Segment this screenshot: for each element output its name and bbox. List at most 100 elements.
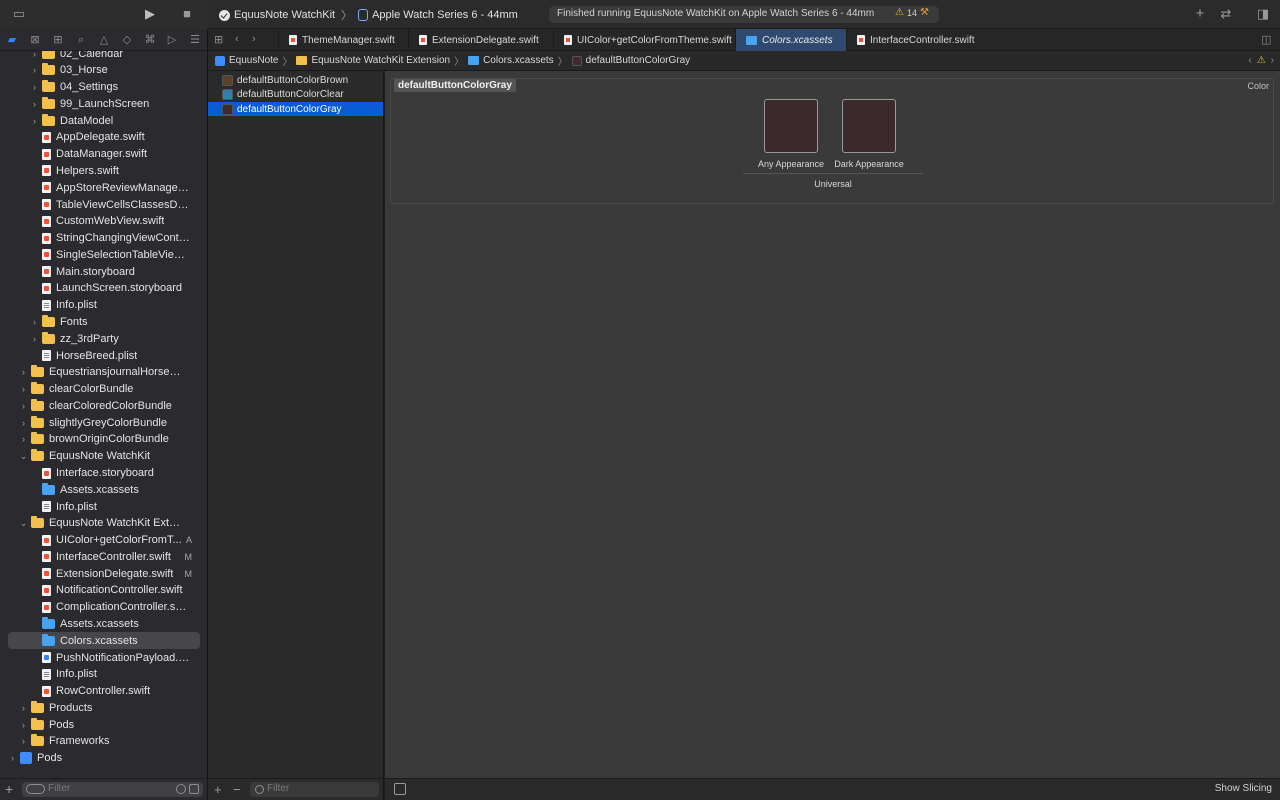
tree-item[interactable]: StringChangingViewContro... — [0, 230, 207, 247]
tree-item[interactable]: › Pods — [0, 750, 207, 767]
tree-item[interactable]: RowController.swift — [0, 683, 207, 700]
editor-tab[interactable]: InterfaceController.swift — [846, 29, 978, 51]
folder-icon[interactable]: ▰ — [6, 34, 18, 46]
chevron-right-icon[interactable]: › — [19, 703, 28, 713]
tree-item[interactable]: › slightlyGreyColorBundle — [0, 414, 207, 431]
chevron-right-icon[interactable]: › — [19, 418, 28, 428]
asset-item[interactable]: defaultButtonColorClear — [208, 88, 383, 102]
report-icon[interactable]: ☰ — [189, 34, 201, 46]
chevron-right-icon[interactable]: › — [8, 753, 17, 763]
code-review-icon[interactable]: ⇄ — [1218, 7, 1234, 21]
tree-item[interactable]: NotificationController.swift — [0, 582, 207, 599]
tree-item[interactable]: AppDelegate.swift — [0, 129, 207, 146]
tree-item[interactable]: › clearColoredColorBundle — [0, 397, 207, 414]
tree-item[interactable]: Info.plist — [0, 297, 207, 314]
tree-item[interactable]: Info.plist — [0, 498, 207, 515]
chevron-right-icon[interactable]: › — [19, 401, 28, 411]
tree-item[interactable]: Assets.xcassets — [0, 616, 207, 633]
scm-status-icon[interactable] — [189, 784, 199, 794]
tree-item[interactable]: PushNotificationPayload.ap... — [0, 649, 207, 666]
test-icon[interactable]: ◇ — [121, 34, 133, 46]
tree-item[interactable]: Interface.storyboard — [0, 465, 207, 482]
breakpoint-icon[interactable]: ▷ — [166, 34, 178, 46]
chevron-down-icon[interactable]: ⌄ — [19, 451, 28, 462]
editor-tab[interactable]: ExtensionDelegate.swift — [408, 29, 553, 51]
tree-item[interactable]: › DataModel — [0, 112, 207, 129]
tree-item[interactable]: › Fonts — [0, 313, 207, 330]
add-asset-icon[interactable]: + — [214, 782, 222, 797]
show-slicing-button[interactable]: Show Slicing — [1215, 783, 1272, 794]
split-editor-icon[interactable]: ◫ — [1261, 33, 1271, 46]
scheme-selector[interactable]: EquusNote WatchKit 〉 Apple Watch Series … — [219, 7, 518, 23]
tree-item[interactable]: › brownOriginColorBundle — [0, 431, 207, 448]
tree-item[interactable]: CustomWebView.swift — [0, 213, 207, 230]
debug-icon[interactable]: ⌘ — [144, 34, 156, 46]
chevron-right-icon[interactable]: › — [19, 720, 28, 730]
chevron-right-icon[interactable]: › — [30, 116, 39, 126]
tree-item[interactable]: › Products — [0, 699, 207, 716]
tree-item[interactable]: TableViewCellsClassesDefi... — [0, 196, 207, 213]
tree-item[interactable]: › 99_LaunchScreen — [0, 95, 207, 112]
next-issue-icon[interactable]: › — [1271, 55, 1274, 66]
tree-item[interactable]: UIColor+getColorFromT... A — [0, 532, 207, 549]
outline-toggle-icon[interactable] — [394, 783, 406, 795]
tree-item[interactable]: › 02_Calendar — [0, 51, 207, 62]
breadcrumb-item[interactable]: Colors.xcassets — [483, 55, 554, 66]
add-icon[interactable]: + — [1192, 6, 1208, 21]
tree-item[interactable]: ComplicationController.swift — [0, 599, 207, 616]
tree-item[interactable]: HorseBreed.plist — [0, 347, 207, 364]
chevron-right-icon[interactable]: › — [19, 434, 28, 444]
tree-item[interactable]: Helpers.swift — [0, 162, 207, 179]
tree-item[interactable]: SingleSelectionTableViewW... — [0, 246, 207, 263]
search-icon[interactable]: ⌕ — [75, 34, 87, 46]
tree-item[interactable]: › Pods — [0, 716, 207, 733]
asset-item[interactable]: defaultButtonColorBrown — [208, 73, 383, 87]
tree-item[interactable]: Info.plist — [0, 666, 207, 683]
inspector-toggle-icon[interactable]: ◨ — [1255, 7, 1271, 21]
chevron-right-icon[interactable]: › — [19, 367, 28, 377]
chevron-right-icon[interactable]: › — [19, 736, 28, 746]
tree-item[interactable]: ExtensionDelegate.swift M — [0, 565, 207, 582]
navigator-filter-field[interactable]: Filter — [22, 782, 203, 797]
chevron-right-icon[interactable]: › — [30, 51, 39, 59]
tree-item[interactable]: Main.storyboard — [0, 263, 207, 280]
tree-item[interactable]: Assets.xcassets — [0, 481, 207, 498]
stop-icon[interactable]: ■ — [179, 7, 195, 21]
breadcrumb-item[interactable]: EquusNote WatchKit Extension — [311, 55, 450, 66]
tree-item[interactable]: LaunchScreen.storyboard — [0, 280, 207, 297]
tree-item[interactable]: ⌄ EquusNote WatchKit — [0, 448, 207, 465]
tree-item[interactable]: › 04_Settings — [0, 79, 207, 96]
tree-item[interactable]: › Frameworks — [0, 733, 207, 750]
editor-tab[interactable]: ThemeManager.swift — [278, 29, 408, 51]
recent-files-icon[interactable] — [176, 784, 186, 794]
remove-asset-icon[interactable]: − — [233, 782, 241, 797]
related-items-icon[interactable]: ⊞ — [214, 33, 223, 46]
chevron-right-icon[interactable]: › — [19, 384, 28, 394]
source-control-icon[interactable]: ⊠ — [29, 34, 41, 46]
symbol-icon[interactable]: ⊞ — [52, 34, 64, 46]
editor-tab[interactable]: Colors.xcassets — [735, 29, 846, 51]
dark-appearance-color-well[interactable] — [842, 99, 896, 153]
sidebar-toggle-icon[interactable]: ▭ — [11, 7, 27, 21]
chevron-right-icon[interactable]: › — [30, 334, 39, 344]
tree-item[interactable]: ⌄ EquusNote WatchKit Extension — [0, 515, 207, 532]
chevron-right-icon[interactable]: › — [30, 82, 39, 92]
tree-item[interactable]: AppStoreReviewManager.s... — [0, 179, 207, 196]
tree-item[interactable]: › 03_Horse — [0, 62, 207, 79]
chevron-right-icon[interactable]: › — [30, 317, 39, 327]
warning-icon[interactable]: ⚠ — [1257, 55, 1266, 66]
chevron-right-icon[interactable]: › — [30, 65, 39, 75]
chevron-right-icon[interactable]: › — [30, 99, 39, 109]
tree-item[interactable]: › EquestriansjournalHorseTests — [0, 364, 207, 381]
asset-item[interactable]: defaultButtonColorGray — [208, 102, 383, 116]
chevron-down-icon[interactable]: ⌄ — [19, 518, 28, 529]
tree-item[interactable]: InterfaceController.swift M — [0, 548, 207, 565]
tree-item[interactable]: › clearColorBundle — [0, 381, 207, 398]
asset-filter-field[interactable]: Filter — [250, 782, 379, 797]
editor-tab[interactable]: UIColor+getColorFromTheme.swift — [553, 29, 735, 51]
breadcrumb-item[interactable]: EquusNote — [229, 55, 278, 66]
tree-item[interactable]: Colors.xcassets — [8, 632, 200, 650]
warning-indicator[interactable]: ⚠ 14 ⚒ — [895, 7, 929, 18]
issue-icon[interactable]: △ — [98, 34, 110, 46]
previous-issue-icon[interactable]: ‹ — [1248, 55, 1251, 66]
